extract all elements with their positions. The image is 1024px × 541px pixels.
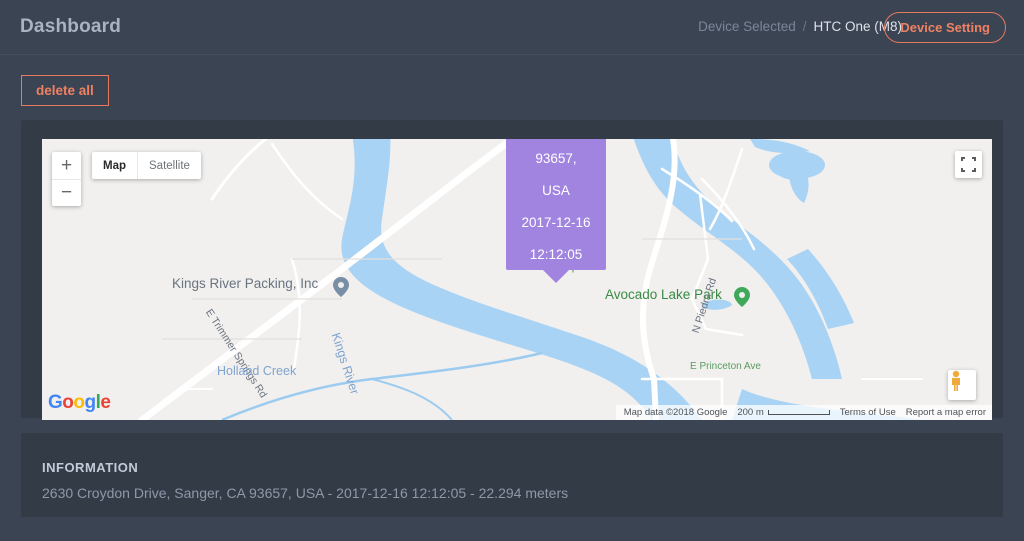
report-map-error-link[interactable]: Report a map error — [906, 407, 986, 418]
google-map[interactable]: Kings River Packing, Inc s Farms River R… — [42, 139, 992, 420]
google-logo: Google — [48, 392, 111, 414]
attribution-map-data: Map data ©2018 Google — [623, 407, 728, 418]
zoom-out-button[interactable]: − — [52, 179, 81, 206]
page-title: Dashboard — [20, 16, 122, 37]
information-detail: 2630 Croydon Drive, Sanger, CA 93657, US… — [42, 485, 569, 501]
logo-letter-0: G — [48, 392, 63, 413]
breadcrumb-separator: / — [802, 19, 807, 34]
map-scale: 200 m — [737, 407, 830, 418]
tooltip-line-date: 2017-12-16 — [521, 215, 591, 230]
map-zoom-control[interactable]: + − — [52, 152, 81, 206]
logo-letter-3: g — [84, 392, 97, 413]
avocado-lake-park-pin — [734, 287, 750, 307]
map-card: Kings River Packing, Inc s Farms River R… — [21, 120, 1003, 420]
logo-letter-1: o — [62, 392, 74, 413]
breadcrumb: Device Selected / HTC One (M8) — [698, 19, 902, 34]
logo-letter-2: o — [73, 392, 85, 413]
zoom-in-button[interactable]: + — [52, 152, 81, 179]
map-type-control[interactable]: Map Satellite — [92, 152, 201, 179]
location-tooltip: 93657, USA 2017-12-16 12:12:05 — [506, 139, 606, 270]
scale-bar — [767, 410, 830, 415]
logo-letter-5: e — [100, 392, 111, 413]
tooltip-line-country: USA — [542, 183, 570, 198]
fullscreen-icon[interactable] — [955, 151, 982, 178]
tooltip-line-time: 12:12:05 — [529, 247, 583, 262]
map-attribution-bar: Map data ©2018 Google 200 m Terms of Use… — [615, 405, 992, 420]
device-setting-button[interactable]: Device Setting — [884, 12, 1006, 43]
tooltip-line-zip: 93657, — [535, 151, 577, 166]
pegman-icon[interactable] — [948, 370, 976, 400]
terms-of-use-link[interactable]: Terms of Use — [840, 407, 896, 418]
information-card: INFORMATION 2630 Croydon Drive, Sanger, … — [21, 433, 1003, 517]
information-heading: INFORMATION — [42, 460, 139, 475]
kings-river-packing-pin — [333, 277, 349, 297]
map-type-satellite-button[interactable]: Satellite — [137, 152, 201, 179]
scale-label: 200 m — [737, 407, 764, 418]
delete-all-button[interactable]: delete all — [21, 75, 109, 106]
breadcrumb-label: Device Selected — [698, 19, 796, 34]
map-type-map-button[interactable]: Map — [92, 152, 137, 179]
